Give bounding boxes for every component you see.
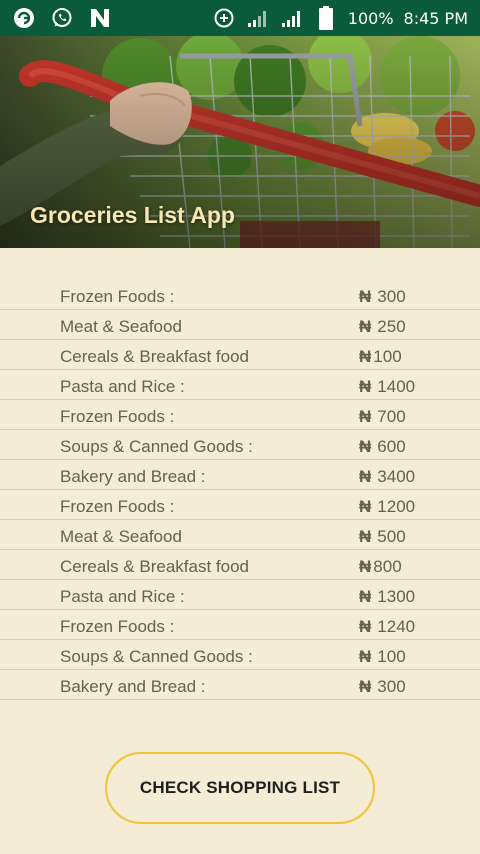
item-price: ₦ 600 bbox=[359, 437, 406, 457]
item-price: ₦ 3400 bbox=[359, 467, 415, 487]
status-bar: 100% 8:45 PM bbox=[0, 0, 480, 36]
item-price: ₦ 500 bbox=[359, 527, 406, 547]
list-item: Frozen Foods : ₦ 1240 bbox=[0, 610, 480, 640]
list-item: Frozen Foods : ₦ 700 bbox=[0, 400, 480, 430]
item-name: Meat & Seafood bbox=[60, 527, 182, 546]
item-name: Meat & Seafood bbox=[60, 317, 182, 336]
item-name: Frozen Foods : bbox=[60, 407, 175, 426]
item-price: ₦ 100 bbox=[359, 647, 406, 667]
item-name: Bakery and Bread : bbox=[60, 467, 206, 486]
currency-symbol: ₦ bbox=[359, 437, 372, 456]
list-item: Soups & Canned Goods : ₦ 100 bbox=[0, 640, 480, 670]
item-name: Soups & Canned Goods : bbox=[60, 437, 253, 456]
n-icon bbox=[88, 6, 112, 30]
price-value: 3400 bbox=[377, 467, 416, 486]
app-title: Groceries List App bbox=[30, 202, 235, 228]
clock: 8:45 PM bbox=[403, 8, 468, 28]
item-name: Cereals & Breakfast food bbox=[60, 347, 249, 366]
item-price: ₦ 300 bbox=[359, 677, 406, 697]
price-value: 300 bbox=[377, 677, 406, 696]
currency-symbol: ₦ bbox=[359, 287, 372, 306]
price-value: 700 bbox=[377, 407, 406, 426]
list-item: Meat & Seafood ₦ 250 bbox=[0, 310, 480, 340]
currency-symbol: ₦ bbox=[359, 557, 372, 576]
signal-icon bbox=[280, 6, 304, 30]
price-value: 250 bbox=[377, 317, 406, 336]
price-value: 500 bbox=[377, 527, 406, 546]
currency-symbol: ₦ bbox=[359, 467, 372, 486]
list-item: Meat & Seafood ₦ 500 bbox=[0, 520, 480, 550]
list-item: Soups & Canned Goods : ₦ 600 bbox=[0, 430, 480, 460]
list-item: Frozen Foods : ₦ 300 bbox=[0, 280, 480, 310]
list-item: Pasta and Rice : ₦ 1300 bbox=[0, 580, 480, 610]
list-item: Pasta and Rice : ₦ 1400 bbox=[0, 370, 480, 400]
item-name: Pasta and Rice : bbox=[60, 377, 185, 396]
item-name: Cereals & Breakfast food bbox=[60, 557, 249, 576]
item-name: Frozen Foods : bbox=[60, 497, 175, 516]
price-value: 1240 bbox=[377, 617, 416, 636]
item-price: ₦ 1300 bbox=[359, 587, 415, 607]
currency-symbol: ₦ bbox=[359, 617, 372, 636]
currency-symbol: ₦ bbox=[359, 317, 372, 336]
currency-symbol: ₦ bbox=[359, 347, 372, 366]
item-name: Frozen Foods : bbox=[60, 617, 175, 636]
currency-symbol: ₦ bbox=[359, 527, 372, 546]
list-item: Cereals & Breakfast food ₦ 800 bbox=[0, 550, 480, 580]
check-shopping-list-button[interactable]: CHECK SHOPPING LIST bbox=[105, 752, 375, 824]
header-image: Groceries List App bbox=[0, 36, 480, 248]
currency-symbol: ₦ bbox=[359, 677, 372, 696]
item-name: Bakery and Bread : bbox=[60, 677, 206, 696]
signal-icon bbox=[246, 6, 270, 30]
item-price: ₦ 700 bbox=[359, 407, 406, 427]
price-value: 800 bbox=[373, 557, 402, 576]
item-price: ₦ 1200 bbox=[359, 497, 415, 517]
price-value: 100 bbox=[377, 647, 406, 666]
currency-symbol: ₦ bbox=[359, 587, 372, 606]
currency-symbol: ₦ bbox=[359, 497, 372, 516]
price-value: 100 bbox=[373, 347, 402, 366]
price-value: 1400 bbox=[377, 377, 416, 396]
item-price: ₦ 800 bbox=[359, 557, 402, 577]
price-value: 1200 bbox=[377, 497, 416, 516]
price-value: 300 bbox=[377, 287, 406, 306]
battery-icon bbox=[314, 6, 338, 30]
whatsapp-icon bbox=[50, 6, 74, 30]
battery-percent: 100% bbox=[347, 8, 394, 28]
list-item: Bakery and Bread : ₦ 3400 bbox=[0, 460, 480, 490]
currency-symbol: ₦ bbox=[359, 377, 372, 396]
item-name: Pasta and Rice : bbox=[60, 587, 185, 606]
data-saver-icon bbox=[212, 6, 236, 30]
app-g-icon bbox=[12, 6, 36, 30]
item-name: Soups & Canned Goods : bbox=[60, 647, 253, 666]
list-item: Bakery and Bread : ₦ 300 bbox=[0, 670, 480, 700]
item-price: ₦ 300 bbox=[359, 287, 406, 307]
item-price: ₦ 1240 bbox=[359, 617, 415, 637]
item-price: ₦ 100 bbox=[359, 347, 402, 367]
list-item: Frozen Foods : ₦ 1200 bbox=[0, 490, 480, 520]
price-value: 1300 bbox=[377, 587, 416, 606]
list-item: Cereals & Breakfast food ₦ 100 bbox=[0, 340, 480, 370]
currency-symbol: ₦ bbox=[359, 407, 372, 426]
item-price: ₦ 250 bbox=[359, 317, 406, 337]
item-price: ₦ 1400 bbox=[359, 377, 415, 397]
price-value: 600 bbox=[377, 437, 406, 456]
item-name: Frozen Foods : bbox=[60, 287, 175, 306]
grocery-list: Frozen Foods : ₦ 300 Meat & Seafood ₦ 250 … bbox=[0, 280, 480, 700]
currency-symbol: ₦ bbox=[359, 647, 372, 666]
